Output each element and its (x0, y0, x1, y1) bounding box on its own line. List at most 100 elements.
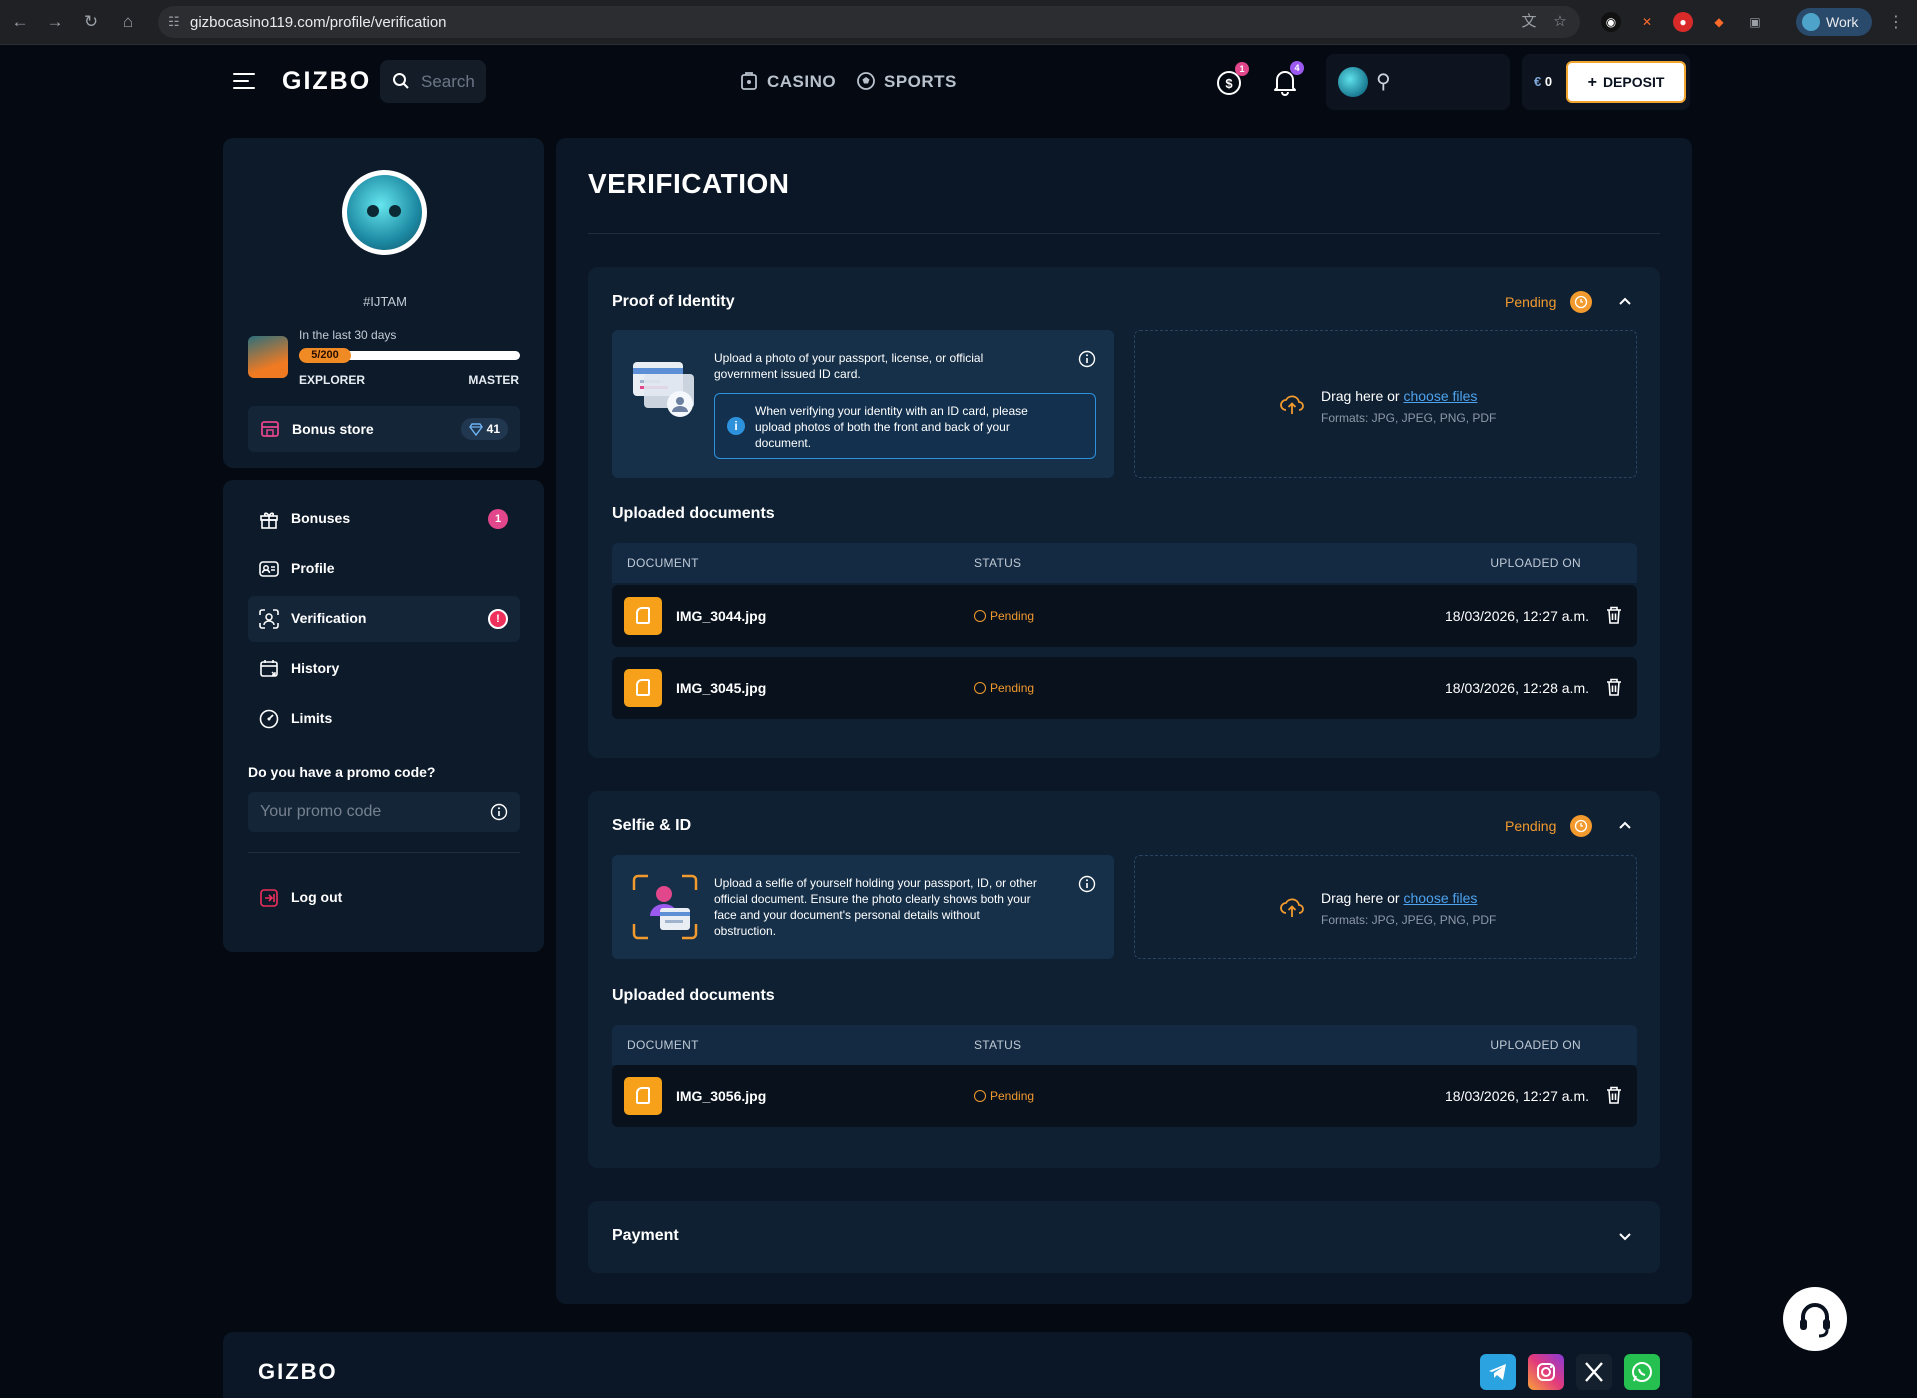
id-card-icon (259, 561, 279, 577)
profile-avatar[interactable] (342, 170, 427, 255)
telegram-icon[interactable] (1480, 1354, 1516, 1390)
column-document: DOCUMENT (627, 556, 699, 570)
document-name: IMG_3044.jpg (676, 608, 767, 624)
chevron-up-icon[interactable] (1618, 818, 1632, 832)
current-level-label: EXPLORER (299, 373, 366, 387)
trash-icon[interactable] (1605, 605, 1623, 625)
deposit-button[interactable]: + DEPOSIT (1566, 61, 1686, 103)
file-dropzone[interactable]: Drag here or choose files Formats: JPG, … (1134, 330, 1637, 478)
sidebar-item-profile[interactable]: Profile (248, 546, 520, 592)
documents-table-header: DOCUMENT STATUS UPLOADED ON (612, 543, 1637, 583)
balance-display: € 0 (1534, 74, 1553, 89)
nav-sports[interactable]: SPORTS (856, 71, 957, 92)
extension-icon[interactable]: ◆ (1709, 12, 1729, 32)
dropzone-text: Drag here or choose files (1321, 890, 1478, 906)
x-icon[interactable] (1576, 1354, 1612, 1390)
trash-icon[interactable] (1605, 677, 1623, 697)
choose-files-link[interactable]: choose files (1403, 890, 1477, 906)
cloud-upload-icon (1280, 898, 1304, 917)
menu-hamburger-icon[interactable] (233, 73, 255, 89)
level-period-caption: In the last 30 days (299, 328, 397, 342)
search-input[interactable]: Search (380, 60, 486, 103)
info-filled-icon: i (727, 417, 745, 435)
reload-icon[interactable]: ↻ (80, 11, 102, 33)
info-icon[interactable] (1078, 350, 1096, 368)
back-icon[interactable]: ← (9, 11, 31, 33)
bonus-store-button[interactable]: Bonus store 41 (248, 406, 520, 452)
site-logo[interactable]: GIZBO (282, 67, 371, 96)
gift-icon (260, 512, 278, 529)
image-file-icon (624, 669, 662, 707)
document-date: 18/03/2026, 12:28 a.m. (1445, 680, 1589, 696)
image-file-icon (624, 1077, 662, 1115)
extension-icon[interactable]: ◉ (1601, 12, 1621, 32)
logout-icon (260, 889, 278, 907)
promo-code-input[interactable]: Your promo code (248, 792, 520, 832)
instructions-box: Upload a photo of your passport, license… (612, 330, 1114, 478)
document-status: Pending (974, 681, 1034, 695)
section-selfie-and-id: Selfie & ID Pending Upload a selfie of y… (588, 791, 1660, 1168)
clock-icon (974, 1090, 986, 1102)
extension-icon[interactable]: ✕ (1637, 12, 1657, 32)
section-title: Selfie & ID (612, 817, 692, 834)
whatsapp-icon[interactable] (1624, 1354, 1660, 1390)
pending-clock-icon (1570, 815, 1592, 837)
username: #IJTAM (363, 294, 407, 309)
document-name: IMG_3045.jpg (676, 680, 767, 696)
bonuses-count-badge: 1 (488, 509, 508, 529)
accepted-formats: Formats: JPG, JPEG, PNG, PDF (1321, 913, 1497, 927)
choose-files-link[interactable]: choose files (1403, 388, 1477, 404)
section-proof-of-identity: Proof of Identity Pending Upload a photo… (588, 267, 1660, 758)
trash-icon[interactable] (1605, 1085, 1623, 1105)
nav-casino[interactable]: CASINO (739, 71, 836, 92)
address-bar[interactable]: ☷ gizbocasino119.com/profile/verificatio… (158, 6, 1580, 38)
instagram-icon[interactable] (1528, 1354, 1564, 1390)
id-card-note: i When verifying your identity with an I… (714, 393, 1096, 459)
browser-menu-icon[interactable]: ⋮ (1888, 12, 1904, 32)
column-uploaded-on: UPLOADED ON (1490, 1038, 1581, 1052)
site-footer: GIZBO (223, 1332, 1692, 1398)
chevron-down-icon[interactable] (1618, 1230, 1632, 1244)
chevron-up-icon[interactable] (1618, 294, 1632, 308)
instructions-text: Upload a selfie of yourself holding your… (714, 876, 1037, 938)
section-status: Pending (1505, 294, 1557, 310)
site-settings-icon[interactable]: ☷ (168, 14, 184, 30)
clock-icon (974, 610, 986, 622)
info-icon[interactable] (1078, 875, 1096, 893)
sidebar-item-verification[interactable]: Verification ! (248, 596, 520, 642)
file-dropzone[interactable]: Drag here or choose files Formats: JPG, … (1134, 855, 1637, 959)
support-chat-button[interactable] (1783, 1287, 1847, 1351)
sidebar-item-bonuses[interactable]: Bonuses 1 (248, 496, 520, 542)
document-name: IMG_3056.jpg (676, 1088, 767, 1104)
extension-icon[interactable]: ● (1673, 12, 1693, 32)
translate-icon[interactable]: 文 (1520, 13, 1538, 31)
profile-avatar (1802, 13, 1820, 31)
documents-table-header: DOCUMENT STATUS UPLOADED ON (612, 1025, 1637, 1065)
cloud-upload-icon (1280, 395, 1304, 414)
document-status: Pending (974, 1089, 1034, 1103)
column-uploaded-on: UPLOADED ON (1490, 556, 1581, 570)
bookmark-star-icon[interactable]: ☆ (1551, 13, 1569, 31)
sidebar-divider (248, 852, 520, 853)
notifications-button[interactable]: 4 (1268, 61, 1304, 98)
title-divider (588, 233, 1660, 234)
section-payment[interactable]: Payment (588, 1201, 1660, 1273)
forward-icon[interactable]: → (44, 11, 66, 33)
info-icon[interactable] (490, 803, 508, 821)
extensions-puzzle-icon[interactable]: ▣ (1745, 12, 1765, 32)
home-icon[interactable]: ⌂ (117, 11, 139, 33)
casino-icon (741, 72, 757, 90)
document-date: 18/03/2026, 12:27 a.m. (1445, 608, 1589, 624)
footer-logo[interactable]: GIZBO (258, 1359, 338, 1385)
plus-icon: + (1587, 74, 1597, 91)
user-avatar (1338, 67, 1368, 97)
rewards-button[interactable]: $ 1 (1213, 62, 1249, 99)
sidebar-item-limits[interactable]: Limits (248, 696, 520, 742)
sidebar-item-history[interactable]: History (248, 646, 520, 692)
page-title: VERIFICATION (588, 168, 790, 199)
logout-button[interactable]: Log out (248, 880, 520, 916)
instructions-box: Upload a selfie of yourself holding your… (612, 855, 1114, 959)
browser-profile-button[interactable]: Work (1796, 8, 1872, 36)
image-file-icon (624, 597, 662, 635)
user-menu-button[interactable]: ⚲ (1326, 54, 1510, 110)
